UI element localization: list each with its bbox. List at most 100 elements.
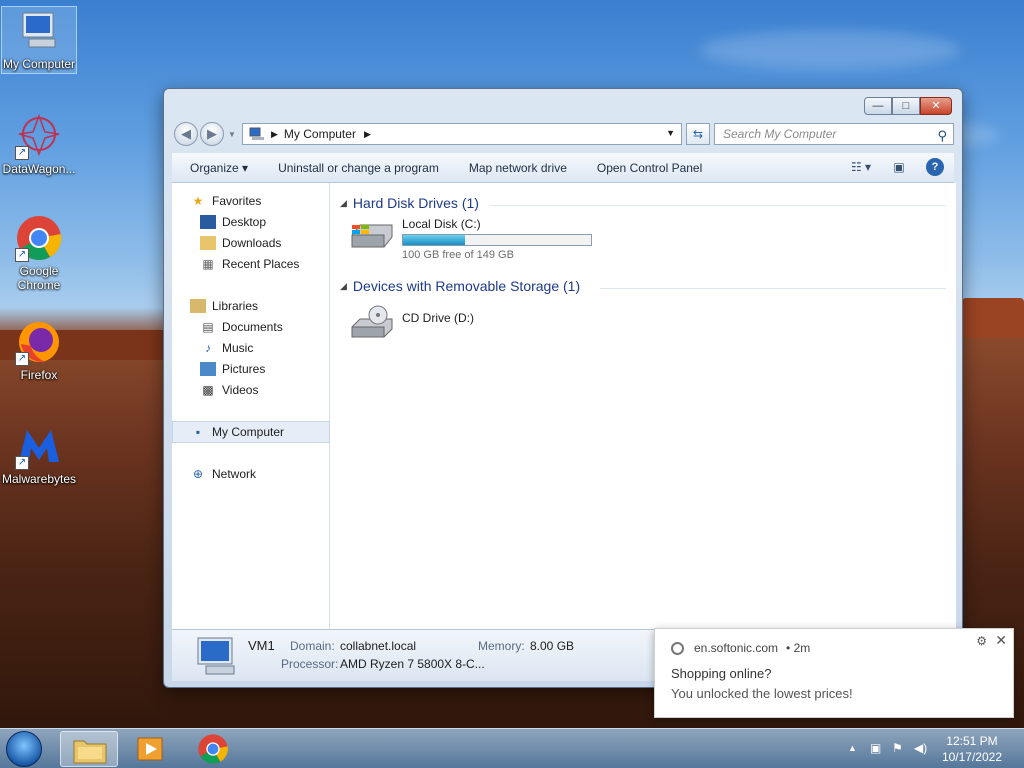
computer-icon — [249, 127, 265, 141]
drive-usage-fill — [403, 235, 466, 245]
pictures-icon — [200, 362, 216, 376]
minimize-button[interactable]: — — [864, 97, 892, 115]
collapse-triangle-icon[interactable]: ◢ — [340, 281, 347, 292]
processor-value: AMD Ryzen 7 5800X 8-C... — [340, 657, 485, 671]
maximize-button[interactable]: □ — [892, 97, 920, 115]
desktop-icon-my-computer[interactable]: My Computer — [1, 6, 77, 74]
notification-title: Shopping online? — [671, 666, 772, 681]
nav-label: Recent Places — [222, 257, 300, 271]
chrome-icon — [671, 641, 684, 655]
taskbar-explorer[interactable] — [60, 731, 118, 767]
nav-downloads[interactable]: Downloads — [172, 233, 330, 253]
processor-label: Processor: — [281, 657, 339, 671]
group-header-hdd[interactable]: ◢ Hard Disk Drives (1) — [340, 195, 479, 211]
collapse-triangle-icon[interactable]: ◢ — [340, 198, 347, 209]
nav-recent-places[interactable]: ▦ Recent Places — [172, 254, 330, 274]
nav-network[interactable]: ⊕ Network — [172, 464, 330, 484]
refresh-button[interactable]: ⇆ — [686, 123, 710, 145]
change-view-icon[interactable]: ☷ ▾ — [850, 158, 872, 176]
window-controls: — □ ✕ — [864, 97, 952, 115]
recent-pages-dropdown[interactable]: ▼ — [228, 130, 236, 139]
command-bar: Organize ▾ Uninstall or change a program… — [172, 153, 954, 183]
clock[interactable]: 12:51 PM 10/17/2022 — [942, 733, 1002, 765]
nav-favorites[interactable]: ★ Favorites — [172, 191, 330, 211]
drive-cd-d[interactable]: CD Drive (D:) — [348, 305, 474, 341]
nav-label: Pictures — [222, 362, 266, 376]
computer-icon — [15, 7, 63, 55]
nav-videos[interactable]: ▩ Videos — [172, 380, 330, 400]
clock-date: 10/17/2022 — [941, 750, 1002, 764]
shortcut-arrow-icon: ↗ — [15, 248, 29, 262]
desktop-icon-label: DataWagon... — [2, 162, 76, 176]
media-player-icon — [137, 737, 163, 761]
nav-label: Videos — [222, 383, 259, 397]
drive-free-space: 100 GB free of 149 GB — [402, 249, 514, 261]
desktop-icon-label: My Computer — [2, 57, 76, 71]
domain-value: collabnet.local — [340, 639, 417, 653]
navigation-pane: ★ Favorites Desktop Downloads ▦ Recent P… — [172, 183, 330, 629]
network-icon: ⊕ — [192, 467, 204, 481]
shortcut-arrow-icon: ↗ — [15, 456, 29, 470]
nav-label: Documents — [222, 320, 283, 334]
shortcut-arrow-icon: ↗ — [15, 146, 29, 160]
recent-places-icon: ▦ — [202, 257, 214, 271]
taskbar-chrome[interactable] — [184, 731, 242, 767]
computer-icon: ▪ — [195, 425, 201, 439]
group-divider — [600, 288, 946, 289]
documents-icon: ▤ — [202, 320, 214, 334]
show-hidden-icons-icon[interactable]: ▲ — [848, 743, 857, 753]
desktop-icon-firefox[interactable]: ↗ Firefox — [1, 318, 77, 382]
memory-value: 8.00 GB — [530, 639, 575, 653]
open-control-panel-button[interactable]: Open Control Panel — [582, 161, 717, 175]
search-placeholder: Search My Computer — [723, 127, 837, 141]
drive-local-disk-c[interactable]: Local Disk (C:) 100 GB free of 149 GB — [348, 217, 592, 261]
chrome-icon: ↗ — [15, 214, 63, 262]
address-bar[interactable]: ▶ My Computer ▶ ▼ — [242, 123, 682, 145]
group-title: Hard Disk Drives (1) — [352, 195, 479, 211]
desktop-icon-label: Malwarebytes — [1, 472, 77, 486]
nav-label: Desktop — [222, 215, 267, 229]
nav-label: My Computer — [212, 425, 285, 439]
taskbar-media-player[interactable] — [122, 731, 180, 767]
volume-icon[interactable]: ◀) — [914, 741, 927, 755]
nav-desktop[interactable]: Desktop — [172, 212, 330, 232]
network-status-icon[interactable]: ▣ — [870, 741, 881, 755]
start-button[interactable] — [6, 731, 42, 767]
desktop-icon — [200, 215, 216, 229]
close-button[interactable]: ✕ — [920, 97, 952, 115]
organize-menu[interactable]: Organize ▾ — [172, 161, 263, 175]
videos-icon: ▩ — [202, 383, 214, 397]
browser-notification[interactable]: en.softonic.com • 2m ⚙ ✕ Shopping online… — [654, 628, 1014, 718]
address-dropdown-icon[interactable]: ▼ — [666, 128, 675, 138]
computer-name: VM1 — [248, 638, 275, 653]
uninstall-program-button[interactable]: Uninstall or change a program — [263, 161, 454, 175]
desktop-icon-label: Firefox — [20, 368, 58, 382]
breadcrumb-my-computer[interactable]: My Computer — [284, 127, 356, 141]
preview-pane-icon[interactable]: ▣ — [888, 158, 910, 176]
breadcrumb-arrow-icon[interactable]: ▶ — [271, 129, 278, 140]
drive-usage-bar — [402, 234, 592, 246]
cd-drive-icon — [348, 305, 396, 341]
domain-label: Domain: — [290, 639, 335, 653]
forward-button[interactable]: ▶ — [200, 122, 224, 146]
star-icon: ★ — [192, 194, 204, 208]
desktop-icon-datawagon[interactable]: ↗ DataWagon... — [1, 112, 77, 176]
action-center-flag-icon[interactable]: ⚑ — [892, 741, 903, 755]
help-icon[interactable]: ? — [926, 158, 944, 176]
drive-name: Local Disk (C:) — [402, 217, 481, 231]
desktop-icon-malwarebytes[interactable]: ↗ Malwarebytes — [1, 422, 77, 486]
nav-my-computer[interactable]: ▪ My Computer — [172, 421, 330, 443]
nav-pictures[interactable]: Pictures — [172, 359, 330, 379]
group-header-removable[interactable]: ◢ Devices with Removable Storage (1) — [340, 278, 580, 294]
nav-documents[interactable]: ▤ Documents — [172, 317, 330, 337]
back-button[interactable]: ◀ — [174, 122, 198, 146]
nav-libraries[interactable]: Libraries — [172, 296, 330, 316]
gear-icon[interactable]: ⚙ — [976, 634, 987, 648]
desktop-icon-chrome[interactable]: ↗ Google Chrome — [1, 214, 77, 292]
malwarebytes-icon: ↗ — [15, 422, 63, 470]
close-icon[interactable]: ✕ — [995, 632, 1007, 649]
breadcrumb-arrow-icon[interactable]: ▶ — [364, 129, 371, 140]
search-input[interactable]: Search My Computer ⚲ — [714, 123, 954, 145]
nav-music[interactable]: ♪ Music — [172, 338, 330, 358]
map-network-drive-button[interactable]: Map network drive — [454, 161, 582, 175]
